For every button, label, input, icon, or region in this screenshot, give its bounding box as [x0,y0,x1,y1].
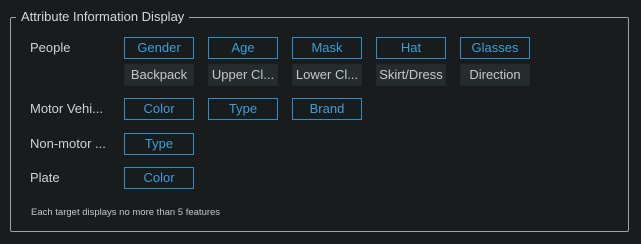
people-direction-option[interactable]: Direction [460,64,530,86]
motor-vehicle-brand-option[interactable]: Brand [292,98,362,120]
motor-vehicle-label: Motor Vehi... [30,101,103,116]
people-backpack-option[interactable]: Backpack [124,64,194,86]
non-motor-label: Non-motor ... [30,136,106,151]
non-motor-type-option[interactable]: Type [124,133,194,155]
plate-color-option[interactable]: Color [124,167,194,189]
people-skirt-dress-option[interactable]: Skirt/Dress [376,64,446,86]
people-gender-option[interactable]: Gender [124,37,194,59]
people-hat-option[interactable]: Hat [376,37,446,59]
attribute-display-page: Attribute Information Display People Gen… [0,0,641,244]
panel-title: Attribute Information Display [16,9,190,25]
motor-vehicle-type-option[interactable]: Type [208,98,278,120]
people-age-option[interactable]: Age [208,37,278,59]
feature-limit-note: Each target displays no more than 5 feat… [31,207,221,218]
people-glasses-option[interactable]: Glasses [460,37,530,59]
people-label: People [30,40,71,55]
motor-vehicle-color-option[interactable]: Color [124,98,194,120]
plate-label: Plate [30,170,60,185]
people-mask-option[interactable]: Mask [292,37,362,59]
people-lower-clothes-option[interactable]: Lower Cl... [292,64,362,86]
people-upper-clothes-option[interactable]: Upper Cl... [208,64,278,86]
